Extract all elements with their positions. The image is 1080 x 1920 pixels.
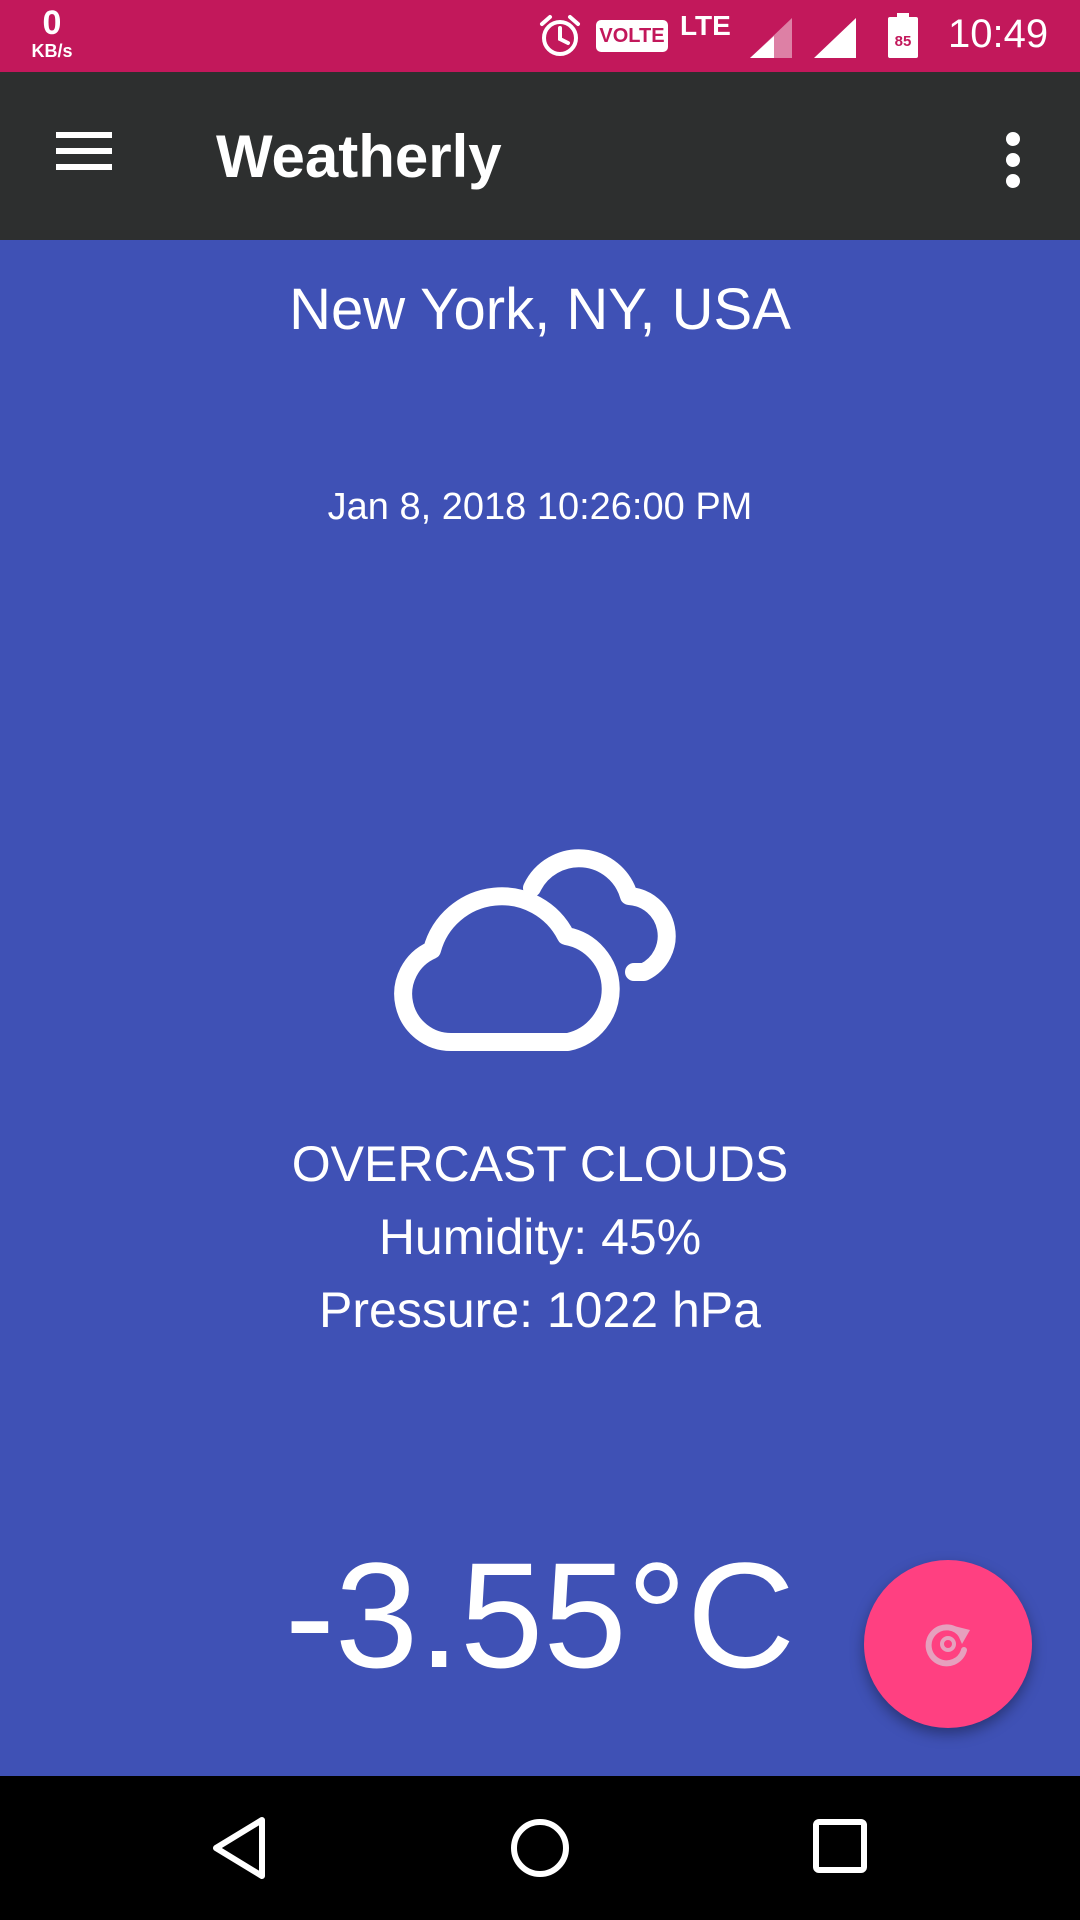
recents-icon[interactable]: [812, 1818, 868, 1874]
alarm-icon: [540, 15, 580, 56]
humidity-label: Humidity: 45%: [378, 1209, 702, 1265]
datetime-label: Jan 8, 2018 10:26:00 PM: [327, 486, 753, 528]
network-type-label: LTE: [680, 10, 731, 41]
home-icon[interactable]: [506, 1814, 574, 1882]
volte-icon: VOLTE: [596, 20, 668, 52]
weather-panel: New York, NY, USA Jan 8, 2018 10:26:00 P…: [0, 240, 1080, 1776]
refresh-icon: [925, 1624, 970, 1667]
hamburger-menu-icon[interactable]: [40, 118, 128, 190]
location-label: New York, NY, USA: [289, 277, 791, 342]
app-bar: Weatherly: [0, 72, 1080, 240]
battery-icon: 85: [888, 13, 918, 58]
status-bar: 0 KB/s VOLTE LTE 85 10:49: [0, 0, 1080, 72]
more-vert-icon[interactable]: [990, 124, 1038, 196]
back-icon[interactable]: [206, 1814, 274, 1882]
pressure-label: Pressure: 1022 hPa: [319, 1282, 761, 1338]
system-nav-bar: [0, 1776, 1080, 1920]
status-time: 10:49: [948, 12, 1049, 56]
network-speed-unit: KB/s: [31, 41, 73, 61]
app-title: Weatherly: [216, 123, 502, 190]
signal-icon-2: [814, 18, 856, 58]
refresh-button[interactable]: [864, 1560, 1032, 1728]
network-speed-value: 0: [42, 4, 62, 42]
signal-icon: [750, 18, 792, 58]
network-speed: 0 KB/s: [24, 6, 80, 60]
battery-level: 85: [895, 33, 912, 50]
weather-condition: OVERCAST CLOUDS: [291, 1136, 789, 1192]
overcast-clouds-icon: [394, 849, 676, 1052]
